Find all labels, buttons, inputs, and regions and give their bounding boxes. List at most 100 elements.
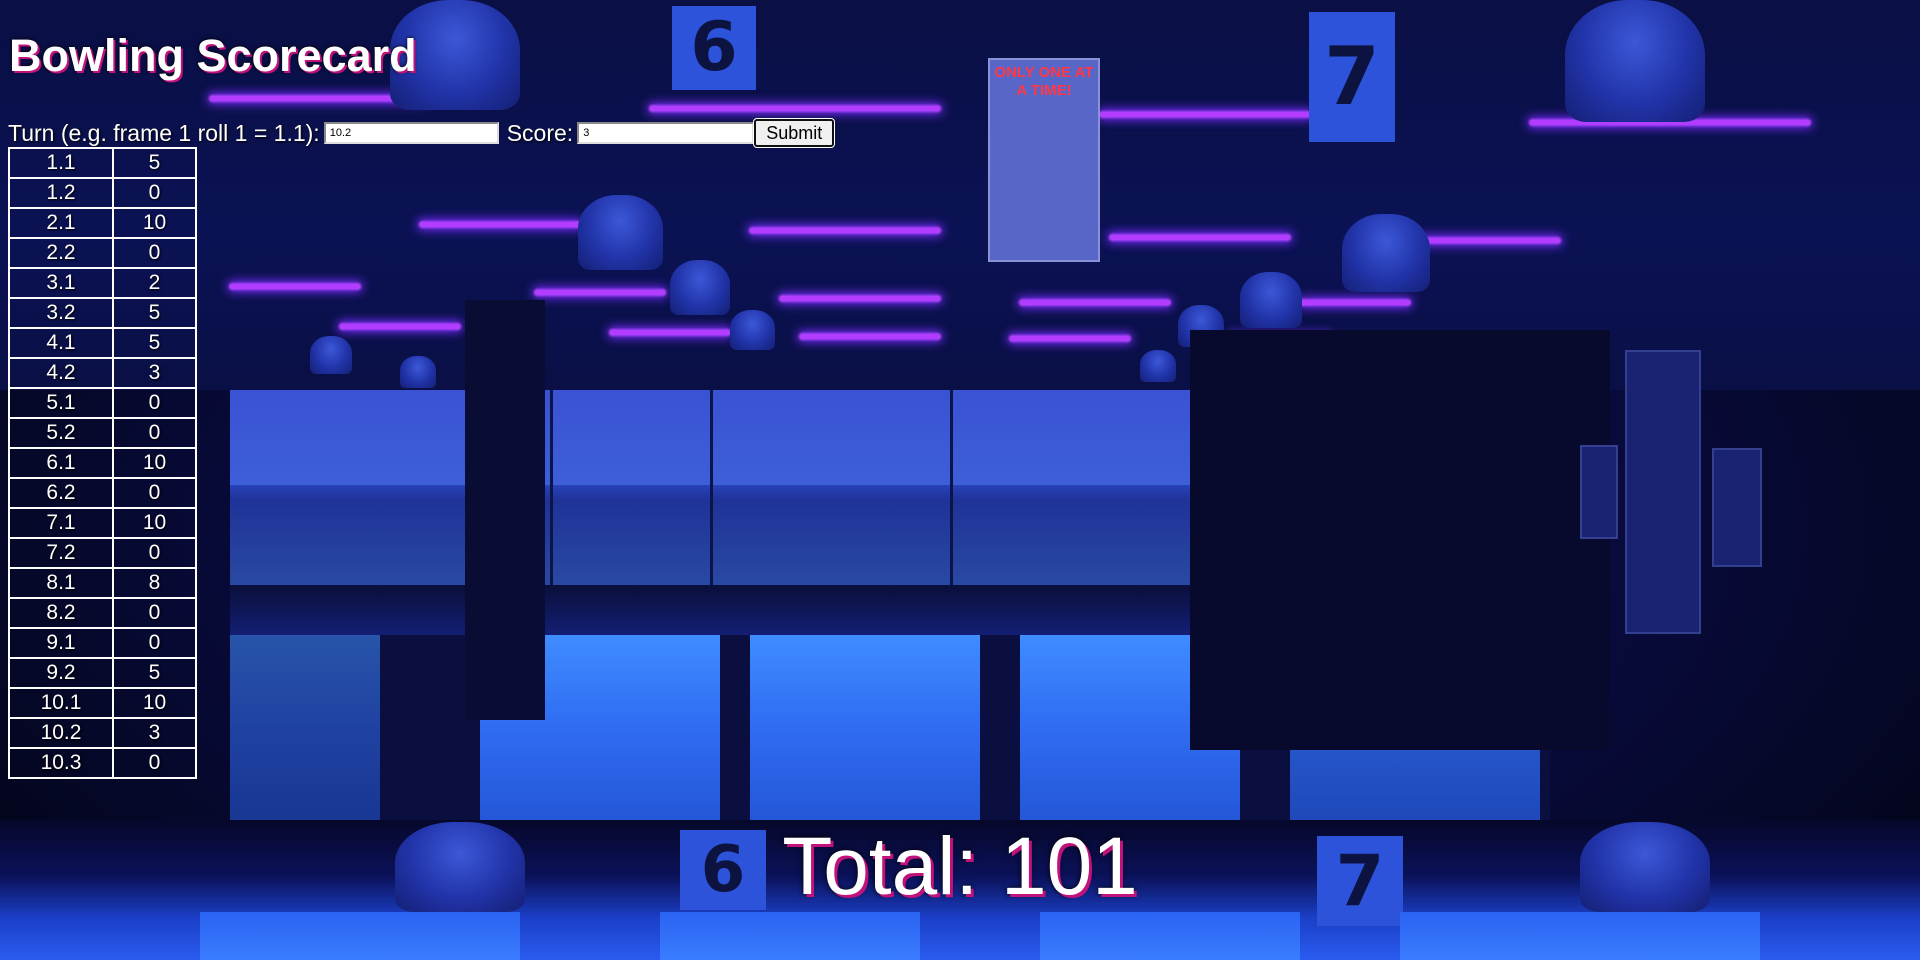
lane-screens	[230, 390, 1190, 590]
screen-divider	[710, 390, 713, 590]
ceiling-lamp	[1240, 272, 1302, 328]
turn-cell: 6.2	[8, 477, 114, 509]
score-cell: 0	[112, 387, 197, 419]
table-row: 4.1 5	[8, 327, 197, 359]
table-row: 1.1 5	[8, 147, 197, 179]
lane-sign-6: 6	[672, 6, 756, 90]
score-cell: 0	[112, 627, 197, 659]
page-title: Bowling Scorecard	[9, 30, 417, 81]
table-row: 6.1 10	[8, 447, 197, 479]
total-score: Total: 101	[782, 821, 1138, 912]
neon-beam	[1020, 300, 1170, 305]
score-cell: 0	[112, 537, 197, 569]
ceiling-lamp	[730, 310, 775, 350]
turn-cell: 3.2	[8, 297, 114, 329]
neon-beam	[800, 334, 940, 339]
ceiling-lamp	[1342, 214, 1430, 292]
score-cell: 3	[112, 717, 197, 749]
turn-cell: 10.2	[8, 717, 114, 749]
neon-beam	[780, 296, 940, 301]
turn-cell: 2.2	[8, 237, 114, 269]
score-cell: 2	[112, 267, 197, 299]
score-cell: 0	[112, 477, 197, 509]
table-row: 2.2 0	[8, 237, 197, 269]
lane	[230, 635, 380, 820]
table-row: 5.2 0	[8, 417, 197, 449]
turn-cell: 2.1	[8, 207, 114, 239]
score-label: Score:	[506, 119, 574, 146]
turn-cell: 9.2	[8, 657, 114, 689]
turn-cell: 5.2	[8, 417, 114, 449]
neon-beam	[1110, 235, 1290, 240]
table-row: 10.3 0	[8, 747, 197, 779]
table-row: 9.2 5	[8, 657, 197, 689]
score-cell: 8	[112, 567, 197, 599]
turn-cell: 5.1	[8, 387, 114, 419]
ceiling-lamp	[310, 336, 352, 374]
score-cell: 0	[112, 177, 197, 209]
score-cell: 5	[112, 147, 197, 179]
table-row: 8.2 0	[8, 597, 197, 629]
turn-cell: 10.1	[8, 687, 114, 719]
table-row: 5.1 0	[8, 387, 197, 419]
ceiling-lamp	[400, 356, 436, 388]
wall-poster	[1625, 350, 1701, 634]
table-row: 2.1 10	[8, 207, 197, 239]
ceiling-lamp	[670, 260, 730, 315]
neon-beam	[610, 330, 730, 335]
neon-beam	[340, 324, 460, 329]
ceiling-lamp	[1565, 0, 1705, 122]
score-cell: 5	[112, 657, 197, 689]
table-row: 10.2 3	[8, 717, 197, 749]
neon-beam	[230, 284, 360, 289]
score-cell: 10	[112, 687, 197, 719]
table-row: 6.2 0	[8, 477, 197, 509]
turn-cell: 8.2	[8, 597, 114, 629]
turn-cell: 10.3	[8, 747, 114, 779]
turn-input[interactable]	[323, 122, 499, 144]
turn-cell: 8.1	[8, 567, 114, 599]
neon-beam	[535, 290, 665, 295]
turn-cell: 3.1	[8, 267, 114, 299]
lower-lane	[660, 912, 920, 960]
score-cell: 10	[112, 507, 197, 539]
turn-cell: 6.1	[8, 447, 114, 479]
table-row: 3.1 2	[8, 267, 197, 299]
turn-cell: 7.2	[8, 537, 114, 569]
turn-cell: 9.1	[8, 627, 114, 659]
neon-beam	[1100, 112, 1310, 117]
screen-divider	[950, 390, 953, 590]
turn-cell: 4.2	[8, 357, 114, 389]
score-cell: 10	[112, 447, 197, 479]
lower-lane	[200, 912, 520, 960]
score-table: 1.1 5 1.2 0 2.1 10 2.2 0 3.1 2 3.2 5 4.1 5 4.2 3…	[8, 147, 197, 779]
submit-button[interactable]: Submit	[754, 119, 835, 147]
table-row: 10.1 10	[8, 687, 197, 719]
table-row: 7.2 0	[8, 537, 197, 569]
table-row: 9.1 0	[8, 627, 197, 659]
screen-divider	[550, 390, 553, 590]
pillar	[465, 300, 545, 720]
pillar	[1190, 330, 1610, 750]
wall-poster	[1712, 448, 1762, 567]
ceiling-lamp	[1140, 350, 1176, 382]
neon-beam	[1300, 300, 1410, 305]
table-row: 7.1 10	[8, 507, 197, 539]
ceiling-lamp	[578, 195, 663, 270]
wall-poster	[1580, 445, 1618, 539]
turn-cell: 7.1	[8, 507, 114, 539]
turn-cell: 1.2	[8, 177, 114, 209]
score-input[interactable]	[577, 122, 755, 144]
table-row: 3.2 5	[8, 297, 197, 329]
lane	[750, 635, 980, 820]
neon-beam	[650, 106, 940, 111]
neon-beam	[1420, 238, 1560, 243]
score-cell: 0	[112, 597, 197, 629]
warning-sign-text: ONLY ONE AT A TIME!	[994, 64, 1094, 99]
turn-cell: 1.1	[8, 147, 114, 179]
turn-cell: 4.1	[8, 327, 114, 359]
neon-beam	[750, 228, 940, 233]
lower-lane	[1040, 912, 1300, 960]
lane-sign-7: 7	[1309, 12, 1395, 142]
score-cell: 0	[112, 417, 197, 449]
